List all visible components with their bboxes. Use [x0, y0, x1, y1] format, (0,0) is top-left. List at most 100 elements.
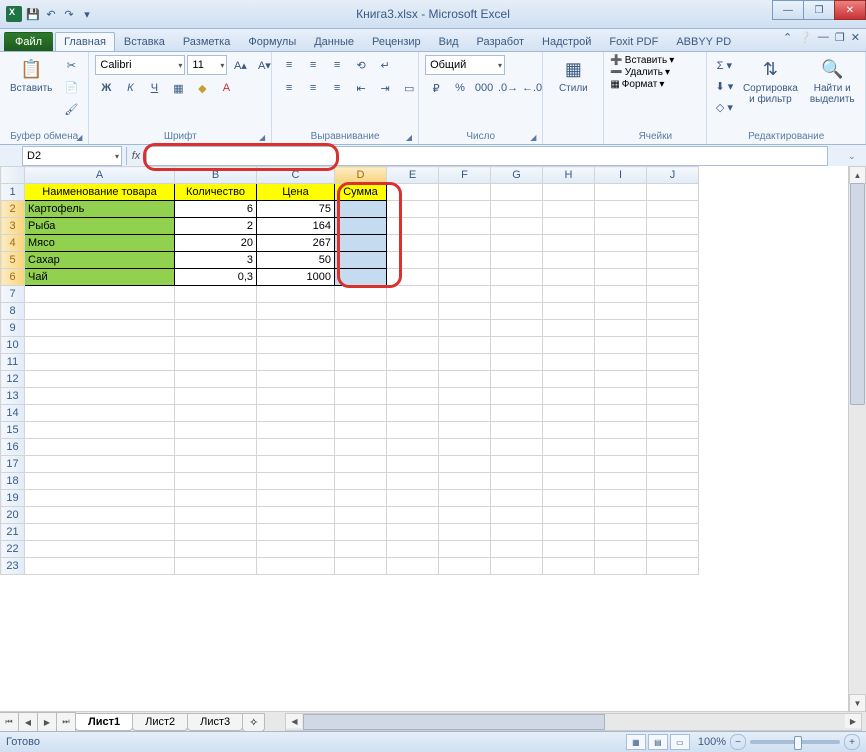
sheet-nav-prev[interactable]: ◀	[18, 712, 38, 732]
cell-E3[interactable]	[387, 218, 439, 235]
cell-J22[interactable]	[647, 541, 699, 558]
cell-H18[interactable]	[543, 473, 595, 490]
scroll-up-icon[interactable]: ▲	[849, 166, 866, 184]
horizontal-scrollbar[interactable]: ◀ ▶	[285, 713, 862, 731]
cell-C18[interactable]	[257, 473, 335, 490]
cell-J16[interactable]	[647, 439, 699, 456]
view-pagebreak-button[interactable]: ▭	[670, 734, 690, 750]
cell-B4[interactable]: 20	[175, 235, 257, 252]
cell-E15[interactable]	[387, 422, 439, 439]
cell-D11[interactable]	[335, 354, 387, 371]
indent-dec-button[interactable]: ⇤	[350, 78, 372, 98]
cell-A9[interactable]	[25, 320, 175, 337]
cell-D15[interactable]	[335, 422, 387, 439]
cell-A11[interactable]	[25, 354, 175, 371]
indent-inc-button[interactable]: ⇥	[374, 78, 396, 98]
cell-F10[interactable]	[439, 337, 491, 354]
cell-E12[interactable]	[387, 371, 439, 388]
cell-A18[interactable]	[25, 473, 175, 490]
cell-C15[interactable]	[257, 422, 335, 439]
col-header-I[interactable]: I	[595, 167, 647, 184]
autosum-button[interactable]: Σ ▾	[713, 55, 735, 75]
fx-button[interactable]: fx	[126, 147, 146, 165]
wrap-text-button[interactable]: ↵	[374, 55, 396, 75]
cell-J10[interactable]	[647, 337, 699, 354]
cell-D16[interactable]	[335, 439, 387, 456]
cell-C21[interactable]	[257, 524, 335, 541]
cell-B18[interactable]	[175, 473, 257, 490]
align-right-button[interactable]: ≡	[326, 78, 348, 98]
maximize-button[interactable]: ❐	[803, 0, 835, 20]
col-header-A[interactable]: A	[25, 167, 175, 184]
cell-I6[interactable]	[595, 269, 647, 286]
cell-B23[interactable]	[175, 558, 257, 575]
cell-I8[interactable]	[595, 303, 647, 320]
undo-icon[interactable]: ↶	[44, 7, 58, 21]
cell-B17[interactable]	[175, 456, 257, 473]
italic-button[interactable]: К	[119, 78, 141, 98]
cell-I15[interactable]	[595, 422, 647, 439]
cell-C5[interactable]: 50	[257, 252, 335, 269]
row-header-19[interactable]: 19	[1, 490, 25, 507]
cell-A22[interactable]	[25, 541, 175, 558]
cell-C4[interactable]: 267	[257, 235, 335, 252]
cell-B9[interactable]	[175, 320, 257, 337]
cell-G12[interactable]	[491, 371, 543, 388]
cell-B10[interactable]	[175, 337, 257, 354]
fill-button[interactable]: ⬇ ▾	[713, 76, 735, 96]
cell-F12[interactable]	[439, 371, 491, 388]
comma-button[interactable]: 000	[473, 78, 495, 98]
cell-I16[interactable]	[595, 439, 647, 456]
tab-Разработ[interactable]: Разработ	[468, 32, 533, 51]
cell-H7[interactable]	[543, 286, 595, 303]
cell-H2[interactable]	[543, 201, 595, 218]
view-layout-button[interactable]: ▤	[648, 734, 668, 750]
zoom-label[interactable]: 100%	[698, 736, 726, 748]
cell-E17[interactable]	[387, 456, 439, 473]
cell-C14[interactable]	[257, 405, 335, 422]
scroll-down-icon[interactable]: ▼	[849, 694, 866, 712]
zoom-in-button[interactable]: +	[844, 734, 860, 750]
cell-C9[interactable]	[257, 320, 335, 337]
cell-A15[interactable]	[25, 422, 175, 439]
cell-I7[interactable]	[595, 286, 647, 303]
number-dialog-launcher[interactable]: ◢	[530, 133, 536, 142]
cell-G23[interactable]	[491, 558, 543, 575]
col-header-E[interactable]: E	[387, 167, 439, 184]
cell-H3[interactable]	[543, 218, 595, 235]
expand-formula-bar-icon[interactable]: ⌄	[848, 151, 862, 162]
col-header-J[interactable]: J	[647, 167, 699, 184]
zoom-slider-handle[interactable]	[794, 736, 802, 750]
cell-E4[interactable]	[387, 235, 439, 252]
cell-J17[interactable]	[647, 456, 699, 473]
minimize-ribbon-icon[interactable]: ⌃	[783, 31, 792, 44]
help-icon[interactable]: ❔	[798, 31, 812, 44]
cell-E8[interactable]	[387, 303, 439, 320]
cell-F20[interactable]	[439, 507, 491, 524]
cell-I14[interactable]	[595, 405, 647, 422]
cell-G19[interactable]	[491, 490, 543, 507]
sheet-nav-last[interactable]: ⏭	[56, 712, 76, 732]
cell-A14[interactable]	[25, 405, 175, 422]
cell-F23[interactable]	[439, 558, 491, 575]
cell-F9[interactable]	[439, 320, 491, 337]
cell-B13[interactable]	[175, 388, 257, 405]
cell-I23[interactable]	[595, 558, 647, 575]
cell-J3[interactable]	[647, 218, 699, 235]
cell-J7[interactable]	[647, 286, 699, 303]
cell-E6[interactable]	[387, 269, 439, 286]
cell-D23[interactable]	[335, 558, 387, 575]
cell-J19[interactable]	[647, 490, 699, 507]
cell-F1[interactable]	[439, 184, 491, 201]
align-middle-button[interactable]: ≡	[302, 55, 324, 75]
row-header-3[interactable]: 3	[1, 218, 25, 235]
cell-G4[interactable]	[491, 235, 543, 252]
cell-H15[interactable]	[543, 422, 595, 439]
zoom-out-button[interactable]: −	[730, 734, 746, 750]
cell-I22[interactable]	[595, 541, 647, 558]
cell-H19[interactable]	[543, 490, 595, 507]
cell-F4[interactable]	[439, 235, 491, 252]
cell-B20[interactable]	[175, 507, 257, 524]
cell-J20[interactable]	[647, 507, 699, 524]
cell-B22[interactable]	[175, 541, 257, 558]
